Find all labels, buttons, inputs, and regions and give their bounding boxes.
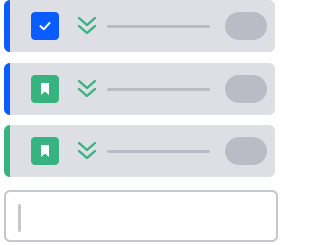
double-chevron-down-icon bbox=[77, 79, 97, 98]
issue-card[interactable] bbox=[4, 63, 275, 115]
double-chevron-down-icon bbox=[77, 16, 97, 35]
title-placeholder bbox=[107, 88, 210, 91]
avatar[interactable] bbox=[225, 75, 267, 103]
bookmark-icon bbox=[31, 75, 59, 103]
text-cursor bbox=[18, 204, 21, 232]
avatar[interactable] bbox=[225, 137, 267, 165]
bookmark-icon bbox=[31, 137, 59, 165]
avatar[interactable] bbox=[225, 12, 267, 40]
double-chevron-down-icon bbox=[77, 141, 97, 160]
issue-card[interactable] bbox=[4, 0, 275, 52]
checkbox-icon bbox=[31, 12, 59, 40]
title-placeholder bbox=[107, 150, 210, 153]
issue-card[interactable] bbox=[4, 125, 275, 177]
title-placeholder bbox=[107, 25, 210, 28]
new-issue-input[interactable] bbox=[4, 190, 278, 242]
